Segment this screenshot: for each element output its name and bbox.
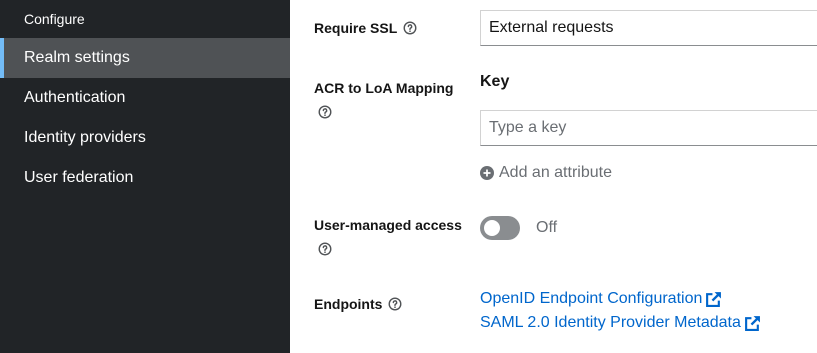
sidebar-section-configure: Configure bbox=[24, 11, 85, 27]
question-circle-icon[interactable] bbox=[318, 242, 332, 256]
toggle-knob bbox=[484, 220, 500, 236]
acr-mapping-label: ACR to LoA Mapping bbox=[314, 80, 454, 96]
saml-metadata-link-label: SAML 2.0 Identity Provider Metadata bbox=[480, 314, 741, 331]
acr-key-input[interactable] bbox=[480, 110, 817, 146]
endpoints-label-text: Endpoints bbox=[314, 296, 383, 312]
openid-endpoint-link[interactable]: OpenID Endpoint Configuration bbox=[480, 288, 722, 310]
realm-settings-form: Require SSL External requests ACR to LoA… bbox=[290, 0, 817, 353]
require-ssl-label: Require SSL bbox=[314, 18, 417, 38]
saml-metadata-link[interactable]: SAML 2.0 Identity Provider Metadata bbox=[480, 312, 761, 334]
require-ssl-select[interactable]: External requests bbox=[480, 10, 817, 46]
sidebar-item-identity-providers[interactable]: Identity providers bbox=[0, 118, 290, 158]
sidebar-item-authentication[interactable]: Authentication bbox=[0, 78, 290, 118]
add-attribute-label: Add an attribute bbox=[499, 164, 612, 181]
external-link-icon bbox=[744, 315, 760, 331]
user-managed-access-toggle[interactable] bbox=[480, 216, 520, 240]
toggle-state-label: Off bbox=[536, 219, 558, 236]
sidebar-item-realm-settings[interactable]: Realm settings bbox=[0, 38, 290, 78]
require-ssl-label-text: Require SSL bbox=[314, 20, 398, 36]
endpoints-label: Endpoints bbox=[314, 294, 402, 314]
user-managed-access-label: User-managed access bbox=[314, 217, 462, 233]
sidebar-item-user-federation[interactable]: User federation bbox=[0, 158, 290, 198]
openid-endpoint-link-label: OpenID Endpoint Configuration bbox=[480, 290, 703, 307]
question-circle-icon[interactable] bbox=[388, 297, 402, 311]
question-circle-icon[interactable] bbox=[318, 105, 332, 119]
app-window: Configure Realm settings Authentication … bbox=[0, 0, 817, 353]
key-column-header: Key bbox=[480, 73, 510, 90]
add-attribute-button[interactable]: Add an attribute bbox=[480, 162, 612, 184]
external-link-icon bbox=[706, 291, 722, 307]
plus-circle-icon bbox=[480, 166, 494, 180]
sidebar: Configure Realm settings Authentication … bbox=[0, 0, 290, 353]
question-circle-icon[interactable] bbox=[403, 21, 417, 35]
